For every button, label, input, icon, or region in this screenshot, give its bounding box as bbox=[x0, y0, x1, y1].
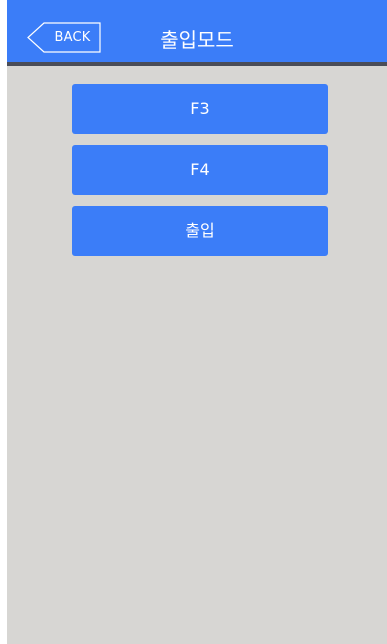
header-bar: BACK 출입모드 bbox=[7, 0, 387, 66]
back-button[interactable]: BACK bbox=[27, 22, 101, 53]
mode-button-f4[interactable]: F4 bbox=[72, 145, 328, 195]
back-button-label: BACK bbox=[54, 30, 91, 45]
app-frame: BACK 출입모드 F3 F4 출입 bbox=[7, 0, 387, 644]
mode-button-f3[interactable]: F3 bbox=[72, 84, 328, 134]
mode-button-label: 출입 bbox=[185, 221, 215, 240]
mode-button-label: F3 bbox=[190, 99, 210, 118]
mode-button-entry[interactable]: 출입 bbox=[72, 206, 328, 256]
mode-button-label: F4 bbox=[190, 160, 210, 179]
